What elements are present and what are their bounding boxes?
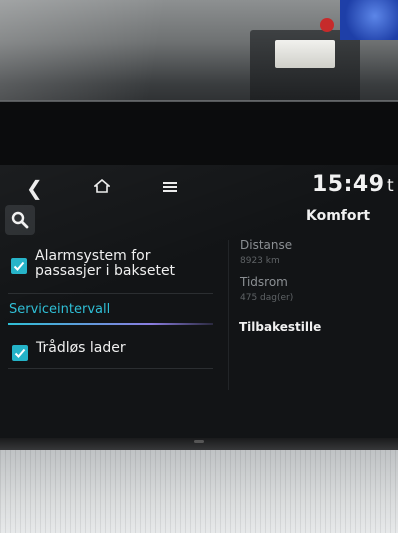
check-icon bbox=[14, 348, 26, 358]
windshield-glare bbox=[0, 0, 398, 110]
panel-divider bbox=[228, 240, 229, 390]
page-title: Komfort bbox=[306, 208, 371, 224]
distance-value: 8923 km bbox=[240, 256, 280, 266]
search-icon bbox=[11, 211, 29, 229]
distance-label: Distanse bbox=[240, 238, 293, 252]
section-highlight-line bbox=[8, 323, 213, 325]
back-arrow-icon[interactable]: ❮ bbox=[26, 176, 43, 200]
dashboard-bezel bbox=[0, 102, 398, 172]
wireless-charger-label[interactable]: Trådløs lader bbox=[36, 341, 126, 356]
list-divider bbox=[8, 293, 213, 294]
reset-button[interactable]: Tilbakestille bbox=[239, 320, 321, 334]
check-icon bbox=[13, 261, 25, 271]
alarm-system-checkbox[interactable] bbox=[11, 258, 27, 274]
home-icon[interactable] bbox=[92, 178, 112, 197]
clock: 15:49 bbox=[312, 172, 385, 197]
wireless-charger-checkbox[interactable] bbox=[12, 345, 28, 361]
alarm-system-label[interactable]: Alarmsystem for passasjer i baksetet bbox=[35, 249, 205, 279]
list-divider bbox=[8, 368, 213, 369]
clock-suffix: t bbox=[387, 176, 394, 196]
screen-sensor bbox=[194, 440, 204, 443]
photo-frame: ❮ 15:49 t Komfort Alarmsystem for passas… bbox=[0, 0, 398, 533]
period-value: 475 dag(er) bbox=[240, 293, 294, 303]
service-interval-heading[interactable]: Serviceintervall bbox=[9, 302, 110, 317]
search-button[interactable] bbox=[5, 205, 35, 235]
dashboard-lower-panel bbox=[0, 450, 398, 533]
period-label: Tidsrom bbox=[240, 275, 288, 289]
menu-icon[interactable] bbox=[163, 178, 177, 198]
